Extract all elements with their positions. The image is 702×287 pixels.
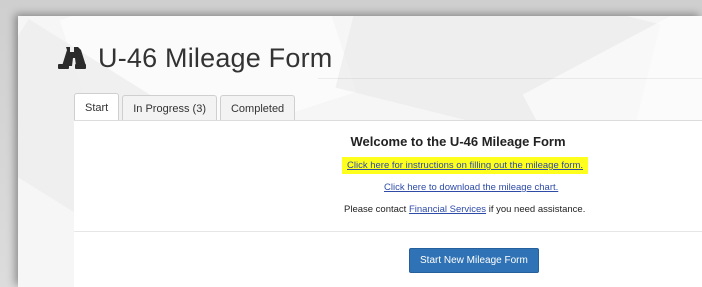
instructions-link[interactable]: Click here for instructions on filling o… — [342, 157, 589, 174]
welcome-heading: Welcome to the U-46 Mileage Form — [350, 134, 566, 149]
page-header: U-46 Mileage Form — [56, 38, 332, 78]
divider — [74, 231, 702, 232]
app-window: U-46 Mileage Form Start In Progress (3) … — [18, 16, 702, 287]
tab-in-progress[interactable]: In Progress (3) — [122, 95, 217, 121]
tab-start[interactable]: Start — [74, 93, 120, 122]
mileage-chart-link[interactable]: Click here to download the mileage chart… — [384, 182, 558, 193]
page-title: U-46 Mileage Form — [98, 42, 333, 73]
financial-services-link[interactable]: Financial Services — [409, 204, 486, 215]
contact-suffix: if you need assistance. — [486, 204, 586, 215]
contact-prefix: Please contact — [344, 204, 409, 215]
start-panel: Welcome to the U-46 Mileage Form Click h… — [74, 120, 702, 287]
tab-bar: Start In Progress (3) Completed — [74, 93, 298, 122]
header-divider — [318, 78, 702, 79]
start-new-mileage-form-button[interactable]: Start New Mileage Form — [409, 248, 539, 273]
tab-completed[interactable]: Completed — [219, 95, 296, 121]
contact-text: Please contact Financial Services if you… — [344, 204, 585, 215]
binoculars-icon — [58, 47, 86, 69]
